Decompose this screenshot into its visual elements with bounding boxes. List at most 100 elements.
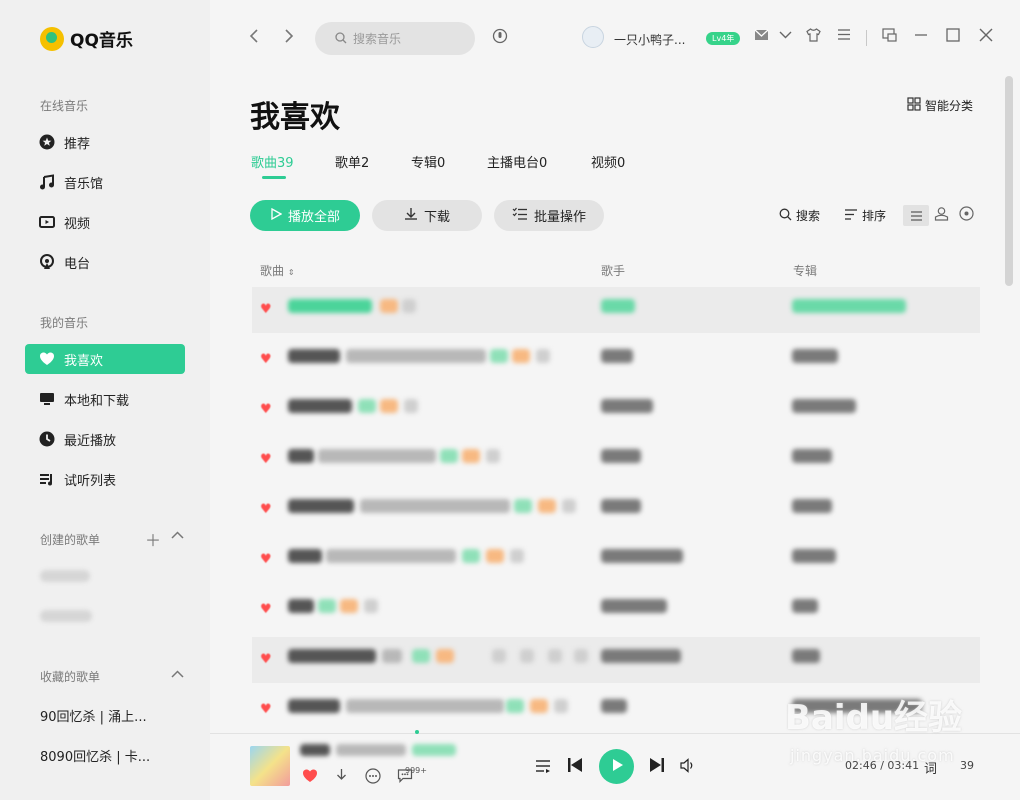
album-cover[interactable] [250,746,290,786]
table-row[interactable]: ♥ [252,587,980,633]
collected-playlist-item[interactable]: 90回忆杀 | 涌上... [40,706,147,725]
tab-videos[interactable]: 视频0 [591,152,625,171]
song-title-blurred[interactable] [288,399,352,413]
created-playlist-item[interactable] [40,610,92,622]
download-button[interactable]: 下载 [372,200,482,231]
collected-playlist-item[interactable]: 8090回忆杀 | 卡... [40,746,150,765]
sort-button[interactable]: 排序 [844,207,886,224]
now-playing-artist-blurred[interactable] [336,744,406,756]
row-action-icon[interactable] [520,649,534,663]
heart-icon[interactable]: ♥ [260,553,274,567]
album-blurred[interactable] [792,349,838,363]
album-blurred[interactable] [792,399,856,413]
skin-shirt-icon[interactable] [806,28,821,46]
song-title-blurred[interactable] [288,449,314,463]
heart-icon[interactable]: ♥ [260,703,274,717]
artist-blurred[interactable] [601,399,653,413]
album-blurred[interactable] [792,599,818,613]
song-title-blurred[interactable] [288,499,354,513]
maximize-icon[interactable] [946,28,960,46]
minimize-icon[interactable] [914,28,928,46]
table-row[interactable]: ♥ [252,487,980,533]
song-title-blurred[interactable] [288,349,340,363]
song-title-blurred[interactable] [288,549,322,563]
chevron-up-icon[interactable] [171,666,184,685]
volume-icon[interactable] [680,758,696,777]
song-title-blurred[interactable] [288,599,314,613]
album-blurred[interactable] [792,449,832,463]
heart-icon[interactable]: ♥ [260,303,274,317]
close-icon[interactable] [979,28,993,46]
chevron-up-icon[interactable] [171,527,184,546]
sidebar-item-radio[interactable]: 电台 [25,247,185,277]
tab-radio[interactable]: 主播电台0 [487,152,547,171]
search-box[interactable] [315,22,475,55]
now-playing-title-blurred[interactable] [300,744,330,756]
song-title-blurred[interactable] [288,299,372,313]
row-action-icon[interactable] [492,649,506,663]
tab-playlists[interactable]: 歌单2 [335,152,369,171]
sidebar-item-trial-list[interactable]: 试听列表 [25,464,185,494]
heart-icon[interactable]: ♥ [260,603,274,617]
add-playlist-icon[interactable]: ＋ [145,527,161,551]
forward-arrow-icon[interactable] [283,28,295,49]
artist-blurred[interactable] [601,549,683,563]
voice-search-icon[interactable] [492,28,508,48]
table-row[interactable]: ♥ [252,437,980,483]
sidebar-item-recommend[interactable]: 推荐 [25,127,185,157]
scrollbar[interactable] [1005,76,1013,286]
song-title-blurred[interactable] [288,649,376,663]
heart-icon[interactable]: ♥ [260,653,274,667]
table-row[interactable]: ♥ [252,337,980,383]
back-arrow-icon[interactable] [248,28,260,49]
batch-operation-button[interactable]: 批量操作 [494,200,604,231]
artist-blurred[interactable] [601,699,627,713]
heart-icon[interactable]: ♥ [260,353,274,367]
vip-badge[interactable]: Lv4年 [706,32,741,45]
created-playlist-item[interactable] [40,570,90,582]
column-header-song[interactable]: 歌曲 ⇕ [260,262,295,279]
heart-icon[interactable]: ♥ [260,403,274,417]
song-title-blurred[interactable] [288,699,340,713]
playlist-mode-icon[interactable] [535,758,551,777]
artist-blurred[interactable] [601,649,681,663]
chevron-down-icon[interactable] [779,28,792,45]
search-input[interactable] [353,31,463,46]
artist-view-icon[interactable] [934,206,949,225]
sidebar-item-music-hall[interactable]: 音乐馆 [25,167,185,197]
mail-icon[interactable] [754,28,769,46]
artist-blurred[interactable] [601,449,641,463]
heart-icon[interactable]: ♥ [260,503,274,517]
tab-songs[interactable]: 歌曲39 [251,152,294,171]
sidebar-item-recent[interactable]: 最近播放 [25,424,185,454]
artist-blurred[interactable] [601,599,667,613]
album-blurred[interactable] [792,649,820,663]
sidebar-item-favorites[interactable]: 我喜欢 [25,344,185,374]
row-action-icon[interactable] [548,649,562,663]
download-icon[interactable] [334,768,349,787]
album-view-icon[interactable] [959,206,974,225]
tab-albums[interactable]: 专辑0 [411,152,445,171]
sidebar-item-video[interactable]: 视频 [25,207,185,237]
album-blurred[interactable] [792,549,836,563]
row-action-icon[interactable] [574,649,588,663]
next-track-icon[interactable] [649,757,665,777]
user-name[interactable]: 一只小鸭子... [614,31,685,48]
artist-blurred[interactable] [601,499,641,513]
app-logo[interactable]: QQ音乐 [40,26,133,51]
table-row[interactable]: ♥ [252,387,980,433]
artist-blurred[interactable] [601,299,635,313]
sidebar-item-local-download[interactable]: 本地和下载 [25,384,185,414]
more-icon[interactable] [365,768,381,788]
avatar[interactable] [582,26,604,48]
table-row[interactable]: ♥ [252,537,980,583]
list-view-icon[interactable] [903,205,929,226]
playlist-count[interactable]: 39 [960,759,974,772]
progress-indicator[interactable] [415,730,419,734]
table-row[interactable]: ♥ [252,637,980,683]
play-pause-button[interactable] [599,749,634,784]
table-row[interactable]: ♥ [252,287,980,333]
like-heart-icon[interactable] [302,768,318,787]
previous-track-icon[interactable] [567,757,583,777]
smart-category-button[interactable]: 智能分类 [907,97,973,114]
